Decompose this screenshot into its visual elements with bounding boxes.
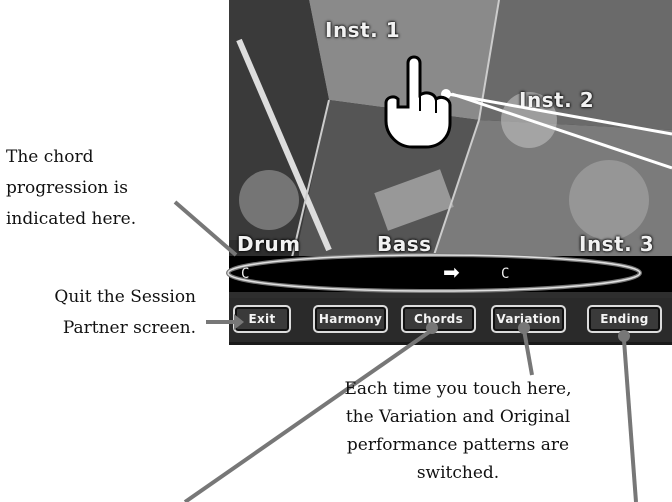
screen-button-row: Exit Harmony Chords Variation Ending	[229, 298, 672, 342]
ending-button[interactable]: Ending	[587, 305, 662, 333]
chord-leader-line	[173, 200, 238, 257]
exit-button[interactable]: Exit	[233, 305, 291, 333]
harmony-button[interactable]: Harmony	[313, 305, 388, 333]
quit-annotation: Quit the Session Partner screen.	[54, 287, 196, 338]
session-partner-screen: Inst. 1 Inst. 2 Inst. 3 Drum Bass C ➡ C …	[229, 0, 672, 345]
variation-button[interactable]: Variation	[491, 305, 566, 333]
variation-annotation: Each time you touch here, the Variation …	[344, 379, 572, 483]
next-chord: C	[501, 266, 510, 282]
inst3-label[interactable]: Inst. 3	[579, 232, 654, 256]
inst1-label[interactable]: Inst. 1	[325, 18, 400, 42]
chord-progression-bar: C ➡ C	[229, 256, 672, 292]
ending-leader-line	[622, 339, 638, 502]
bass-label[interactable]: Bass	[377, 232, 432, 256]
chord-progression-annotation: The chord progression is indicated here.	[6, 147, 137, 229]
right-arrow-icon: ➡	[443, 260, 460, 284]
current-chord: C	[241, 266, 250, 282]
inst2-label[interactable]: Inst. 2	[519, 88, 594, 112]
drum-label[interactable]: Drum	[237, 232, 301, 256]
chords-button[interactable]: Chords	[401, 305, 476, 333]
